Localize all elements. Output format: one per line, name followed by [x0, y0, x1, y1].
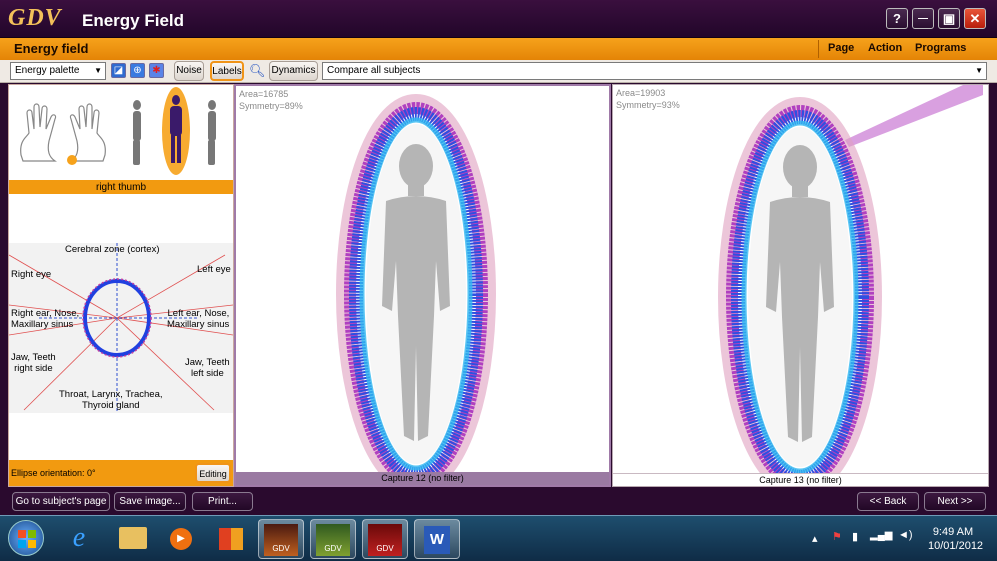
- flag-icon[interactable]: ⚑: [832, 530, 842, 543]
- volume-icon[interactable]: ◄): [898, 529, 913, 541]
- zone-left-ear: Left ear, Nose, Maxillary sinus: [167, 308, 230, 330]
- ellipse-orientation: Ellipse orientation: 0°: [11, 468, 96, 478]
- editing-button[interactable]: Editing: [195, 463, 231, 483]
- capture-2-caption: Capture 13 (no filter): [613, 473, 988, 486]
- noise-button[interactable]: Noise: [174, 61, 204, 81]
- body-back-icon[interactable]: [208, 100, 216, 165]
- media-player-icon[interactable]: ▶: [158, 519, 204, 559]
- close-button[interactable]: ✕: [964, 8, 986, 29]
- selected-finger-label: right thumb: [95, 182, 147, 193]
- right-hand-icon[interactable]: [69, 103, 106, 162]
- chevron-down-icon: ▼: [94, 66, 102, 75]
- word-icon[interactable]: W: [414, 519, 460, 559]
- start-button[interactable]: [8, 520, 44, 556]
- bottom-bar: Go to subject's page Save image... Print…: [0, 487, 997, 515]
- menu-programs[interactable]: Programs: [915, 42, 966, 54]
- gdv-app-3[interactable]: GDV: [362, 519, 408, 559]
- gdv-app-2[interactable]: GDV: [310, 519, 356, 559]
- help-button[interactable]: ?: [886, 8, 908, 29]
- star-icon[interactable]: ✱: [149, 63, 164, 78]
- back-button[interactable]: << Back: [857, 492, 919, 511]
- save-image-button[interactable]: Save image...: [114, 492, 186, 511]
- thumb-marker: [67, 155, 77, 165]
- zone-cortex: Cerebral zone (cortex): [65, 244, 160, 255]
- menu-page[interactable]: Page: [828, 42, 854, 54]
- gdv-app-1[interactable]: GDV: [258, 519, 304, 559]
- left-hand-icon[interactable]: [20, 103, 57, 162]
- capture-1-caption: Capture 12 (no filter): [236, 472, 609, 485]
- compare-select[interactable]: Compare all subjects ▼: [322, 62, 987, 80]
- target-icon[interactable]: ⊕: [130, 63, 145, 78]
- zone-right-eye: Right eye: [11, 269, 52, 280]
- maximize-button[interactable]: ▣: [938, 8, 960, 29]
- page-header: Energy field Page Action Programs: [0, 38, 997, 60]
- clock[interactable]: 9:49 AM 10/01/2012: [928, 526, 984, 552]
- toolbar: Energy palette ▼ ◪ ⊕ ✱ Noise Labels 🔍︎ D…: [0, 60, 997, 83]
- zone-throat: Throat, Larynx, Trachea, Thyroid gland: [59, 389, 163, 411]
- ie-icon[interactable]: e: [56, 519, 102, 559]
- palette-select-value: Energy palette: [15, 65, 80, 76]
- capture-1-aura: [336, 94, 496, 472]
- explorer-icon[interactable]: [110, 519, 156, 559]
- zoom-icon[interactable]: 🔍︎: [249, 63, 266, 79]
- capture-panel-1: Area=16785 Symmetry=89% Capture 12 (no f…: [234, 84, 611, 487]
- labels-button[interactable]: Labels: [210, 61, 244, 81]
- network-icon[interactable]: ▂▄▆: [870, 530, 892, 541]
- body-side-icon[interactable]: [133, 100, 141, 165]
- minimize-button[interactable]: —: [912, 8, 934, 29]
- battery-icon[interactable]: ▮: [852, 530, 858, 543]
- app-grid-icon[interactable]: [208, 519, 254, 559]
- taskbar: e ▶ GDV GDV GDV W ▴ ⚑ ▮ ▂▄▆ ◄) 9:49 AM 1…: [0, 515, 997, 561]
- chevron-down-icon: ▼: [975, 66, 983, 75]
- compare-select-value: Compare all subjects: [327, 65, 421, 76]
- palette-select[interactable]: Energy palette ▼: [10, 62, 106, 80]
- finger-panel: right thumb Cerebral zone (cortex) Right…: [8, 84, 234, 487]
- finger-panel-graphics: [9, 87, 233, 486]
- zone-jaw-right: Jaw, Teeth right side: [11, 352, 56, 374]
- capture-2-aura: [718, 85, 983, 473]
- page-title: Energy field: [14, 41, 89, 56]
- zone-left-eye: Left eye: [197, 264, 231, 275]
- clock-time: 9:49 AM: [932, 526, 974, 538]
- title-bar: GDV Energy Field ? — ▣ ✕: [0, 0, 997, 38]
- menu-action[interactable]: Action: [868, 42, 902, 54]
- subject-page-button[interactable]: Go to subject's page: [12, 492, 110, 511]
- chevron-up-icon[interactable]: ▴: [812, 532, 818, 545]
- next-button[interactable]: Next >>: [924, 492, 986, 511]
- zone-jaw-left: Jaw, Teeth left side: [185, 357, 230, 379]
- palette-icon[interactable]: ◪: [111, 63, 126, 78]
- app-logo: GDV: [8, 5, 62, 31]
- app-title: Energy Field: [82, 11, 185, 30]
- dynamics-button[interactable]: Dynamics: [269, 61, 318, 81]
- print-button[interactable]: Print...: [192, 492, 253, 511]
- capture-panel-2: Area=19903 Symmetry=93% Capture 13 (no f…: [612, 84, 989, 487]
- aura-flare: [845, 85, 983, 147]
- clock-date: 10/01/2012: [928, 540, 984, 552]
- zone-right-ear: Right ear, Nose, Maxillary sinus: [11, 308, 80, 330]
